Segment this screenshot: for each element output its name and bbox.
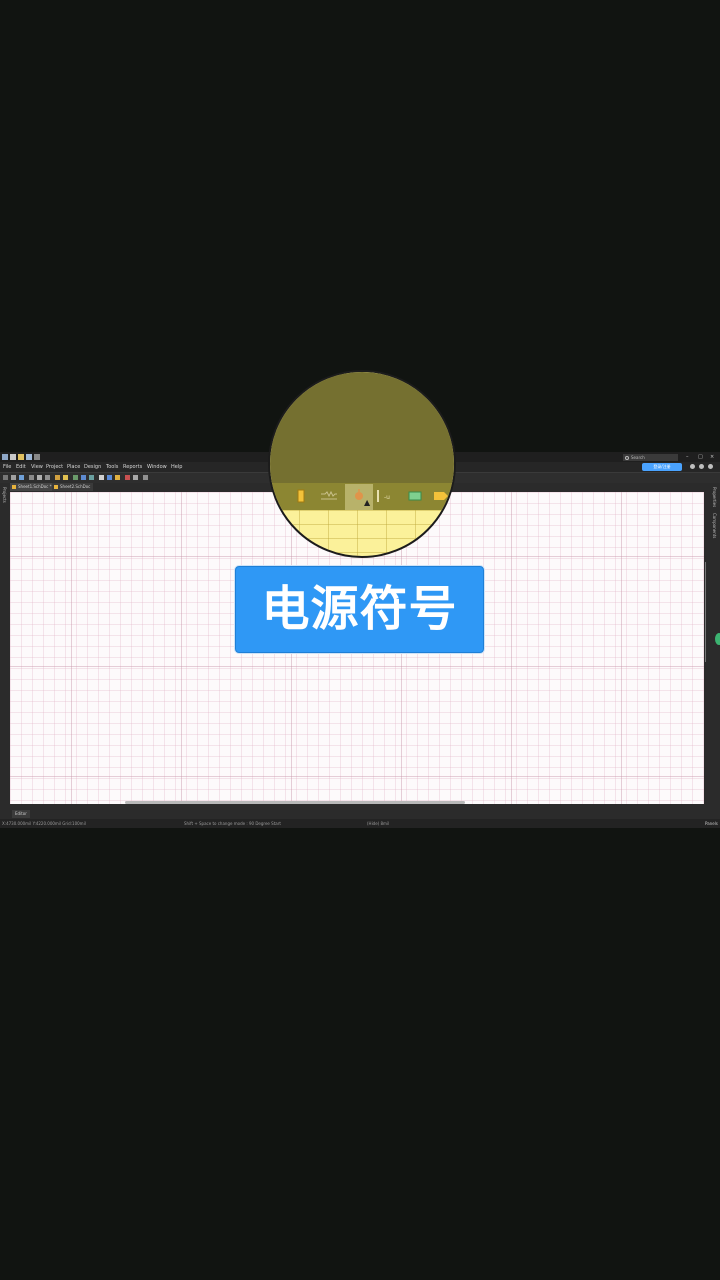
svg-text:-u: -u [384, 494, 390, 501]
no-erc-icon[interactable] [125, 475, 130, 480]
grid-line [621, 492, 622, 804]
schematic-file-icon [12, 485, 16, 489]
new-file-icon[interactable] [10, 454, 16, 460]
magnified-grid [270, 510, 454, 556]
menu-tools[interactable]: Tools [106, 464, 118, 471]
tab-label: Sheet2.SchDoc [60, 484, 91, 489]
line-icon[interactable] [143, 475, 148, 480]
bus-icon[interactable] [45, 475, 50, 480]
properties-panel-tab[interactable]: Properties [712, 487, 717, 507]
grid-line [71, 492, 72, 804]
undo-icon[interactable] [34, 454, 40, 460]
ic-bar-icon[interactable] [55, 475, 60, 480]
sheet-symbol-icon[interactable] [115, 475, 120, 480]
ic-bar-icon [297, 489, 305, 503]
menu-reports[interactable]: Reports [123, 464, 142, 471]
components-panel-tab[interactable]: Components [712, 513, 717, 538]
save-icon[interactable] [26, 454, 32, 460]
menu-place[interactable]: Place [67, 464, 80, 471]
menu-help[interactable]: Help [171, 464, 182, 471]
grid-line [181, 492, 182, 804]
app-logo-icon [2, 454, 8, 460]
bottom-panel-tabs: Editor [0, 810, 720, 818]
close-button[interactable]: × [710, 453, 714, 461]
netlabel-icon: -u [377, 490, 390, 502]
menu-view[interactable]: View [31, 464, 43, 471]
panels-button[interactable]: Panels [705, 819, 718, 828]
tab-sheet2[interactable]: Sheet2.SchDoc [52, 483, 94, 491]
ic-chip-icon[interactable] [99, 475, 104, 480]
menu-window[interactable]: Window [147, 464, 167, 471]
part-icon[interactable] [63, 475, 68, 480]
search-placeholder: Search [631, 455, 645, 460]
schematic-file-icon [54, 485, 58, 489]
menu-edit[interactable]: Edit [16, 464, 26, 471]
magnified-menu-area [270, 372, 454, 483]
status-indicator-icon[interactable] [715, 633, 720, 645]
left-panel-strip: Projects [0, 483, 10, 804]
status-bar: X:4730.000mil Y:4220.000mil Grid:100mil … [0, 819, 720, 828]
resistor-icon [321, 490, 337, 500]
align-icon[interactable] [29, 475, 34, 480]
select-icon[interactable] [11, 475, 16, 480]
maximize-button[interactable]: □ [698, 453, 703, 461]
grid-line [511, 492, 512, 804]
cursor-coordinates: X:4730.000mil Y:4220.000mil Grid:100mil [2, 821, 86, 826]
magnifier-lens: -u ▲ [268, 370, 456, 558]
ic-chip-icon [408, 491, 422, 501]
tab-sheet1[interactable]: Sheet1.SchDoc * [10, 483, 55, 491]
hidden-info: (Hide) 8mil [367, 821, 390, 826]
resistor-icon[interactable] [73, 475, 78, 480]
right-panel-strip: Properties Components [706, 483, 720, 804]
power-port-icon[interactable] [81, 475, 86, 480]
editor-panel-tab[interactable]: Editor [12, 810, 30, 818]
netlabel-icon[interactable] [89, 475, 94, 480]
minimize-button[interactable]: – [686, 453, 689, 461]
cursor-icon: ▲ [364, 498, 371, 507]
menu-file[interactable]: File [3, 464, 11, 471]
grid-line [10, 776, 704, 777]
grid-line [10, 666, 704, 667]
open-folder-icon[interactable] [18, 454, 24, 460]
menu-design[interactable]: Design [84, 464, 101, 471]
projects-panel-tab[interactable]: Projects [2, 487, 7, 503]
port-icon[interactable] [107, 475, 112, 480]
search-icon [625, 456, 629, 460]
port-icon [434, 492, 448, 500]
signin-button[interactable]: 登录/注册 [642, 463, 682, 471]
mode-hint: Shift + Space to change mode : 90 Degree… [184, 821, 281, 826]
caption-banner: 电源符号 [234, 565, 485, 654]
user-icon[interactable] [708, 464, 713, 469]
horizontal-scrollbar[interactable] [125, 801, 465, 804]
filter-icon[interactable] [3, 475, 8, 480]
wire-icon[interactable] [37, 475, 42, 480]
menu-project[interactable]: Project [46, 464, 63, 471]
gear-icon[interactable] [690, 464, 695, 469]
notification-icon[interactable] [699, 464, 704, 469]
text-icon[interactable] [133, 475, 138, 480]
move-icon[interactable] [19, 475, 24, 480]
search-input[interactable]: Search [623, 454, 678, 461]
tab-label: Sheet1.SchDoc * [18, 484, 52, 489]
